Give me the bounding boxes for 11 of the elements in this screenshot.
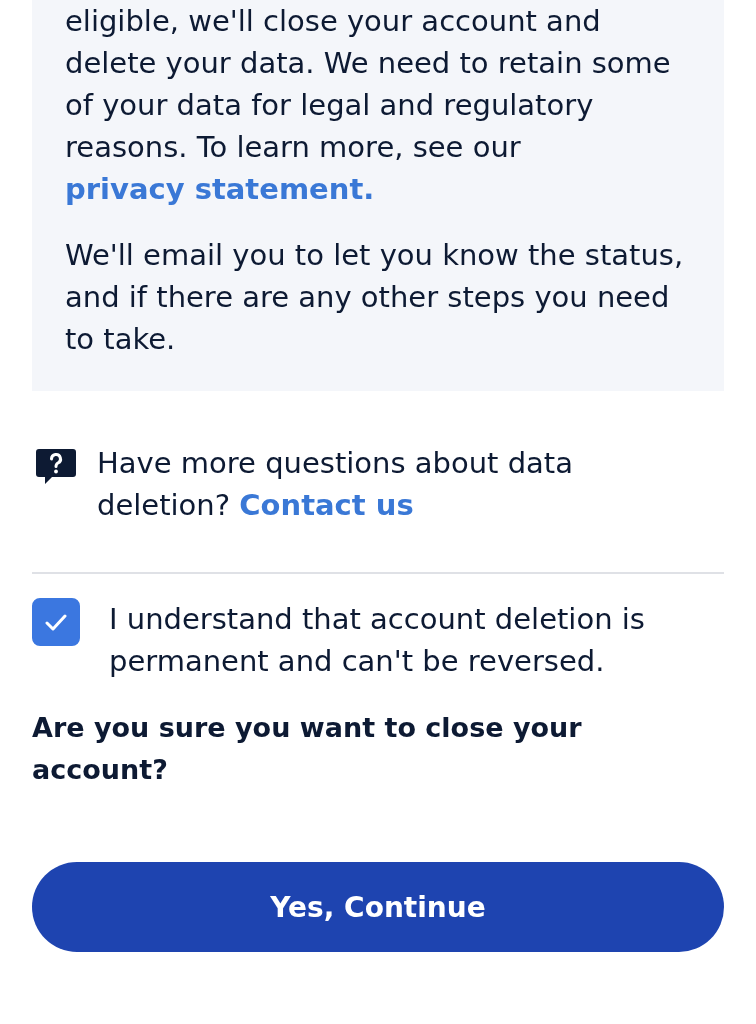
question-bubble-icon [36,449,76,485]
continue-button[interactable]: Yes, Continue [32,862,724,952]
privacy-link[interactable]: privacy statement. [65,172,375,206]
checkbox[interactable] [32,598,80,646]
confirmation-question: Are you sure you want to close your account? [32,711,583,787]
notice-paragraph: eligible, we'll close your account and delete your data. We need to retain some of your data for legal and regulatory reasons. To learn more, see our privacy statement. [65,3,672,208]
checkmark-icon [45,613,67,631]
contact-link[interactable]: Contact us [239,488,414,522]
help-text: Have more questions about data deletion? Contact us [97,445,574,524]
notice-paragraph: We'll email you to let you know the status, and if there are any other steps you need to take. [65,237,685,358]
checkbox-label: I understand that account deletion is permanent and can't be reversed. [109,601,646,680]
